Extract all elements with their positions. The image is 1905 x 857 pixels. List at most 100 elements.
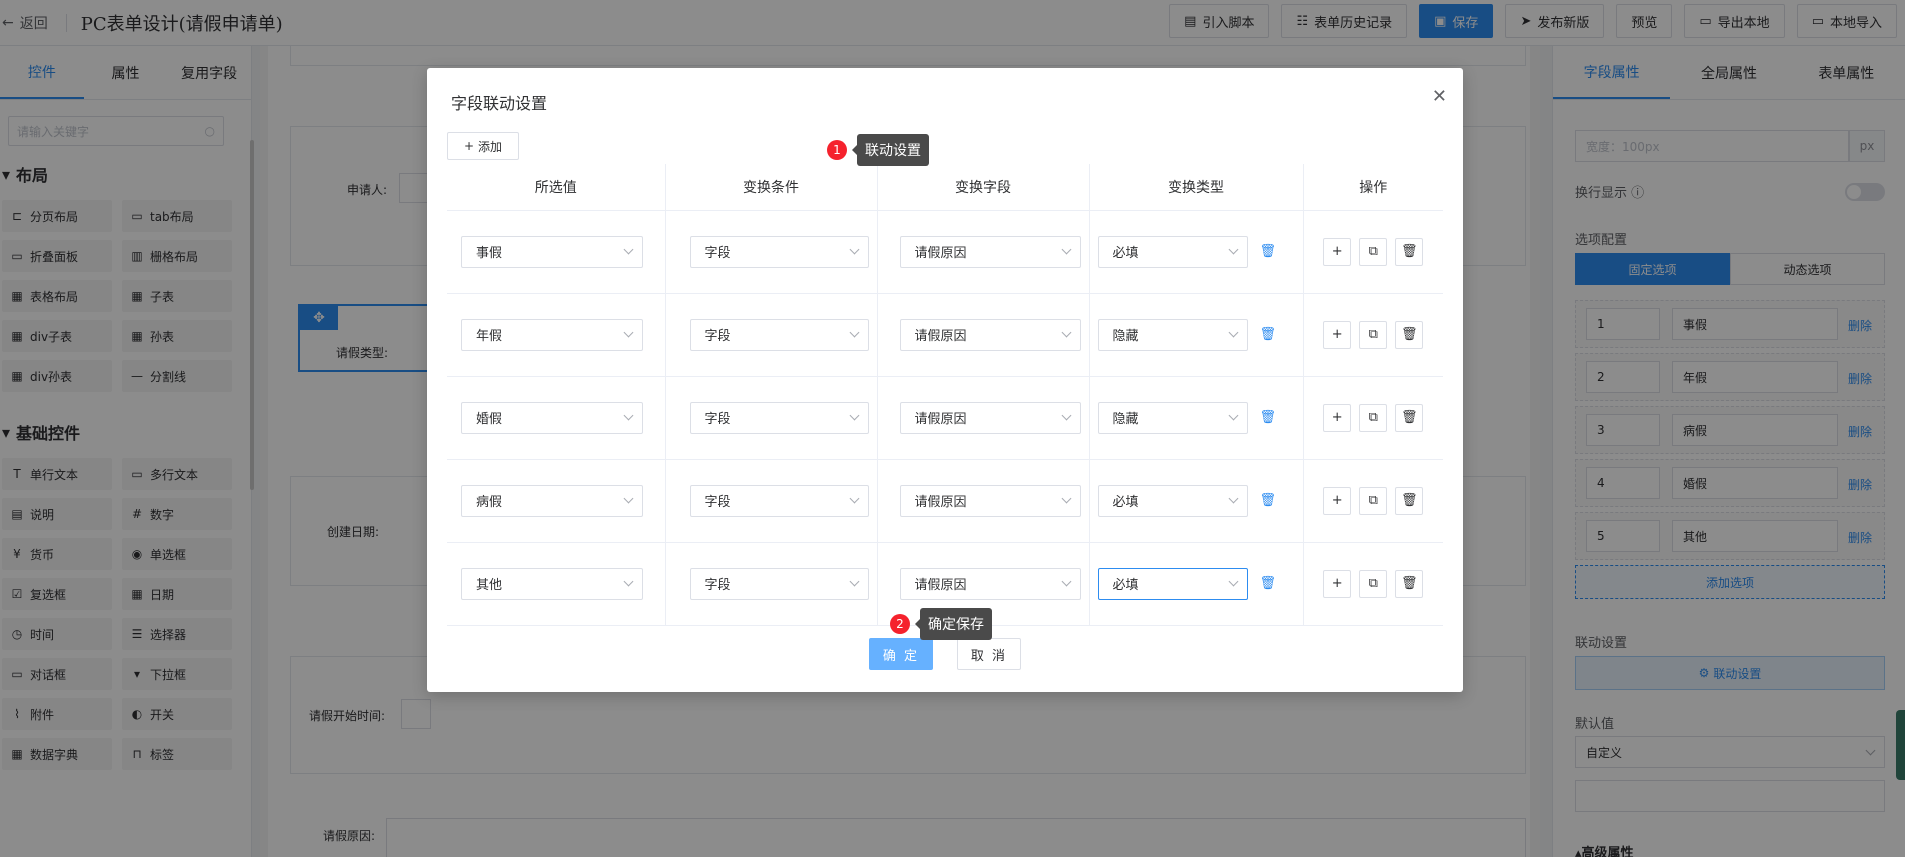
plus-icon: +: [1331, 493, 1343, 508]
trash-icon: 🗑: [1400, 244, 1418, 259]
add-row-button[interactable]: +: [1323, 237, 1352, 266]
column-header: 变换字段: [877, 164, 1090, 211]
close-icon[interactable]: ✕: [1432, 86, 1447, 107]
column-header: 变换类型: [1089, 164, 1304, 211]
condition-cell: 字段: [665, 210, 878, 294]
chevron-down-icon: [623, 327, 633, 338]
chevron-down-icon: [849, 410, 859, 421]
linkage-rules-table: 所选值 变换条件 变换字段 变换类型 操作 事假 字段 请假原因 必填 🗑 + ⧉ 🗑 年假 字段…: [447, 164, 1443, 626]
actions-cell: + ⧉ 🗑: [1303, 542, 1443, 626]
annotation-tooltip-1: 联动设置: [852, 134, 929, 166]
type-cell: 必填 🗑: [1089, 459, 1304, 543]
type-cell: 必填 🗑: [1089, 210, 1304, 294]
plus-icon: +: [463, 139, 475, 153]
table-row: 病假 字段 请假原因 必填 🗑 + ⧉ 🗑: [447, 459, 1443, 543]
condition-select[interactable]: 字段: [689, 567, 869, 600]
field-cell: 请假原因: [877, 210, 1090, 294]
chevron-down-icon: [623, 244, 633, 255]
field-cell: 请假原因: [877, 459, 1090, 543]
copy-row-button[interactable]: ⧉: [1359, 237, 1388, 266]
chevron-down-icon: [1228, 327, 1238, 338]
type-cell: 必填 🗑: [1089, 542, 1304, 626]
type-select[interactable]: 隐藏: [1097, 401, 1248, 434]
chevron-down-icon: [1228, 576, 1238, 587]
delete-row-button[interactable]: 🗑: [1395, 569, 1424, 598]
condition-select[interactable]: 字段: [689, 401, 869, 434]
selected-value-select[interactable]: 病假: [461, 484, 643, 517]
condition-cell: 字段: [665, 459, 878, 543]
chevron-down-icon: [623, 576, 633, 587]
cancel-button[interactable]: 取 消: [957, 638, 1021, 670]
type-cell: 隐藏 🗑: [1089, 293, 1304, 377]
chevron-down-icon: [623, 410, 633, 421]
annotation-tooltip-2: 确定保存: [915, 608, 992, 640]
chevron-down-icon: [623, 493, 633, 504]
chevron-down-icon: [1061, 576, 1071, 587]
copy-row-button[interactable]: ⧉: [1359, 486, 1388, 515]
linkage-settings-dialog: 字段联动设置 ✕ + 添加 所选值 变换条件 变换字段 变换类型 操作 事假 字段请…: [427, 68, 1463, 692]
trash-icon[interactable]: 🗑: [1260, 493, 1277, 508]
annotation-badge-1: 1: [827, 140, 847, 160]
type-select[interactable]: 必填: [1097, 235, 1248, 268]
table-header: 所选值 变换条件 变换字段 变换类型 操作: [447, 164, 1443, 211]
copy-icon: ⧉: [1368, 410, 1378, 425]
field-select[interactable]: 请假原因: [899, 401, 1081, 434]
actions-cell: + ⧉ 🗑: [1303, 293, 1443, 377]
trash-icon: 🗑: [1400, 493, 1418, 508]
add-row-button[interactable]: +: [1323, 403, 1352, 432]
add-row-button[interactable]: +: [1323, 320, 1352, 349]
selected-value-select[interactable]: 事假: [461, 235, 643, 268]
add-rule-button[interactable]: + 添加: [447, 132, 519, 160]
type-select[interactable]: 隐藏: [1097, 318, 1248, 351]
delete-row-button[interactable]: 🗑: [1395, 237, 1424, 266]
copy-icon: ⧉: [1368, 244, 1378, 259]
type-select[interactable]: 必填: [1097, 484, 1248, 517]
add-row-button[interactable]: +: [1323, 486, 1352, 515]
plus-icon: +: [1331, 244, 1343, 259]
chevron-down-icon: [1061, 493, 1071, 504]
delete-row-button[interactable]: 🗑: [1395, 403, 1424, 432]
plus-icon: +: [1331, 576, 1343, 591]
condition-select[interactable]: 字段: [689, 484, 869, 517]
type-select[interactable]: 必填: [1097, 567, 1248, 600]
selected-value-select[interactable]: 年假: [461, 318, 643, 351]
add-row-button[interactable]: +: [1323, 569, 1352, 598]
field-select[interactable]: 请假原因: [899, 235, 1081, 268]
selected-value-select[interactable]: 婚假: [461, 401, 643, 434]
condition-select[interactable]: 字段: [689, 318, 869, 351]
column-header: 操作: [1303, 164, 1443, 211]
field-select[interactable]: 请假原因: [899, 567, 1081, 600]
copy-row-button[interactable]: ⧉: [1359, 403, 1388, 432]
delete-row-button[interactable]: 🗑: [1395, 320, 1424, 349]
condition-select[interactable]: 字段: [689, 235, 869, 268]
trash-icon: 🗑: [1400, 327, 1418, 342]
trash-icon[interactable]: 🗑: [1260, 327, 1277, 342]
column-header: 变换条件: [665, 164, 878, 211]
chevron-down-icon: [849, 493, 859, 504]
field-select[interactable]: 请假原因: [899, 318, 1081, 351]
table-row: 事假 字段 请假原因 必填 🗑 + ⧉ 🗑: [447, 210, 1443, 294]
field-select[interactable]: 请假原因: [899, 484, 1081, 517]
plus-icon: +: [1331, 410, 1343, 425]
copy-row-button[interactable]: ⧉: [1359, 569, 1388, 598]
copy-icon: ⧉: [1368, 576, 1378, 591]
copy-row-button[interactable]: ⧉: [1359, 320, 1388, 349]
condition-cell: 字段: [665, 376, 878, 460]
trash-icon[interactable]: 🗑: [1260, 576, 1277, 591]
condition-cell: 字段: [665, 293, 878, 377]
chevron-down-icon: [849, 327, 859, 338]
selected-value-cell: 事假: [447, 210, 666, 294]
confirm-button[interactable]: 确 定: [869, 638, 933, 670]
selected-value-select[interactable]: 其他: [461, 567, 643, 600]
chevron-down-icon: [1228, 244, 1238, 255]
trash-icon: 🗑: [1400, 410, 1418, 425]
trash-icon: 🗑: [1400, 576, 1418, 591]
table-row: 婚假 字段 请假原因 隐藏 🗑 + ⧉ 🗑: [447, 376, 1443, 460]
selected-value-cell: 病假: [447, 459, 666, 543]
trash-icon[interactable]: 🗑: [1260, 244, 1277, 259]
chevron-down-icon: [1228, 410, 1238, 421]
condition-cell: 字段: [665, 542, 878, 626]
delete-row-button[interactable]: 🗑: [1395, 486, 1424, 515]
annotation-badge-2: 2: [890, 614, 910, 634]
trash-icon[interactable]: 🗑: [1260, 410, 1277, 425]
